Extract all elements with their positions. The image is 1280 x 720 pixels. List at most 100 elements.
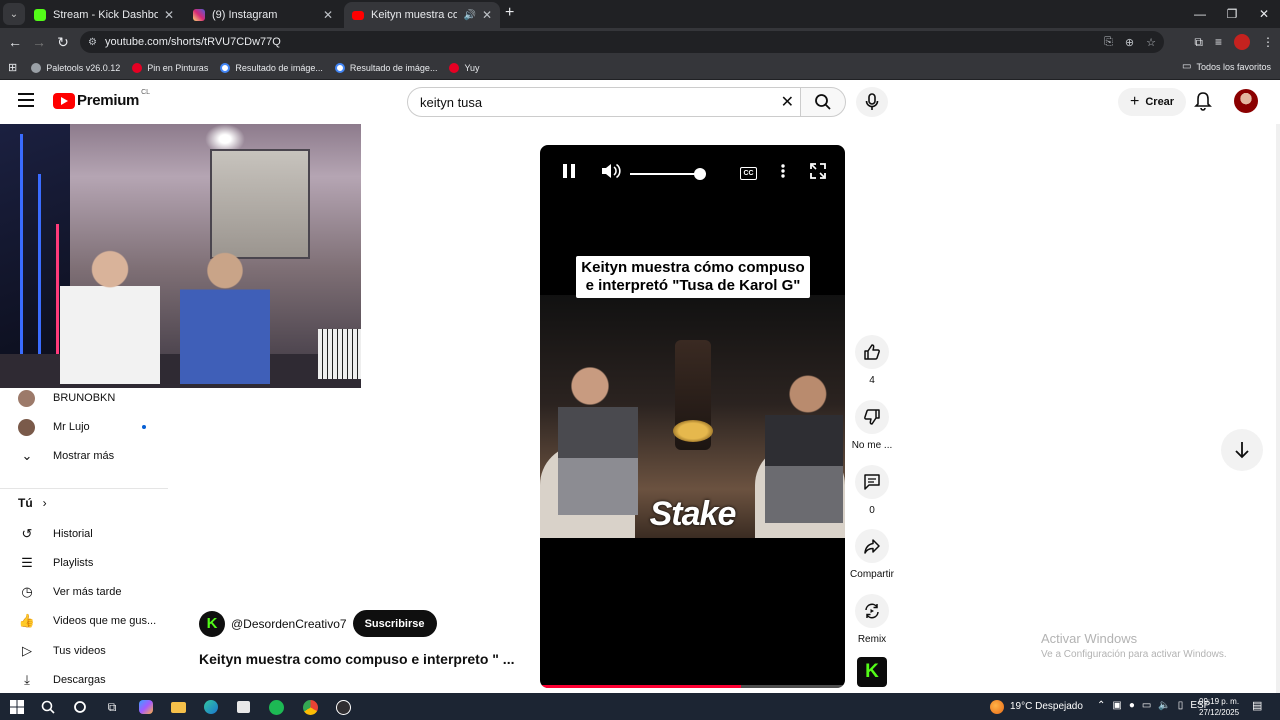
restore-icon[interactable]: ❐ (1216, 0, 1248, 28)
reload-icon[interactable]: ↻ (51, 34, 75, 51)
bookmark-star-icon[interactable]: ☆ (1146, 36, 1156, 49)
channel-name[interactable]: @DesordenCreativo7 (231, 617, 347, 631)
pause-icon[interactable] (562, 163, 576, 179)
sidebar-item-your-videos[interactable]: ▷ Tus videos (18, 639, 168, 663)
back-icon[interactable]: ← (3, 34, 27, 50)
tab-audio-icon[interactable]: 🔊 (463, 10, 475, 21)
video-icon: ▷ (22, 643, 32, 658)
install-app-icon[interactable]: ⎘ (1104, 36, 1113, 49)
cortana-icon[interactable] (71, 698, 89, 716)
sidebar-item-downloads[interactable]: ⤓ Descargas (18, 668, 168, 692)
bookmark-item[interactable]: Pin en Pinturas (132, 62, 208, 73)
page-scrollbar[interactable] (1276, 124, 1280, 693)
weather-widget[interactable]: 19°C Despejado (990, 693, 1083, 720)
more-options-icon[interactable] (780, 163, 786, 179)
menu-icon[interactable] (18, 93, 34, 107)
bookmark-item[interactable]: Yuy (449, 62, 479, 73)
task-view-icon[interactable]: ⧉ (103, 698, 121, 716)
remix-button[interactable]: Remix (848, 594, 896, 645)
volume-icon[interactable] (601, 163, 621, 179)
sidebar-you-section[interactable]: Tú › (18, 496, 47, 510)
youtube-premium-logo[interactable]: Premium CL (53, 89, 150, 109)
spotify-icon[interactable] (267, 698, 285, 716)
minimize-icon[interactable]: — (1184, 0, 1216, 28)
media-controls-icon[interactable]: ≡ (1215, 35, 1222, 49)
forward-icon[interactable]: → (27, 34, 51, 50)
network-icon[interactable]: ▭ (1142, 700, 1151, 711)
extensions-icon[interactable]: ⧉ (1194, 35, 1203, 50)
mic-tray-icon[interactable]: ● (1129, 700, 1135, 711)
windows-start-icon[interactable] (8, 698, 26, 716)
clear-search-icon[interactable]: ✕ (781, 92, 794, 112)
short-title[interactable]: Keityn muestra como compuso e interpreto… (199, 651, 514, 667)
dislike-button[interactable]: No me ... (848, 400, 896, 451)
fullscreen-icon[interactable] (810, 163, 826, 179)
channel-avatar[interactable]: K (199, 610, 225, 637)
sidebar-item-label: Descargas (53, 674, 106, 686)
shorts-player[interactable]: Stake CC Keityn muestra cómo compuso e i… (540, 145, 845, 688)
bookmark-item[interactable]: Resultado de imáge... (220, 62, 323, 73)
share-button[interactable]: Compartir (848, 529, 896, 580)
obs-icon[interactable] (334, 698, 352, 716)
close-window-icon[interactable]: ✕ (1248, 0, 1280, 28)
notification-center-icon[interactable]: ▤ (1252, 699, 1262, 712)
search-input[interactable]: keityn tusa ✕ (407, 87, 801, 117)
sidebar-show-more[interactable]: ⌄ Mostrar más (18, 444, 168, 468)
plus-icon: + (1130, 93, 1140, 110)
tray-app-icon[interactable]: ▣ (1112, 700, 1121, 711)
sidebar-item-brunobkn[interactable]: BRUNOBKN (18, 386, 168, 410)
account-avatar[interactable] (1234, 89, 1258, 113)
file-explorer-icon[interactable] (169, 698, 187, 716)
comments-button[interactable]: 0 (848, 465, 896, 516)
subscribe-button[interactable]: Suscribirse (352, 610, 437, 637)
bookmark-item[interactable]: Paletools v26.0.12 (31, 62, 120, 73)
sidebar-item-liked-videos[interactable]: 👍 Videos que me gus... (18, 609, 168, 633)
sidebar-item-watch-later[interactable]: ◷ Ver más tarde (18, 580, 168, 604)
chrome-menu-icon[interactable]: ⋮ (1262, 35, 1274, 49)
taskbar-clock[interactable]: 09:19 p. m. 27/12/2025 (1199, 696, 1239, 718)
search-icon[interactable] (39, 698, 57, 716)
captions-icon[interactable]: CC (740, 167, 757, 180)
all-bookmarks-button[interactable]: ▭ Todos los favoritos (1182, 61, 1271, 72)
close-tab-icon[interactable]: ✕ (164, 8, 174, 22)
apps-grid-icon[interactable]: ⊞ (8, 61, 17, 74)
sound-thumbnail[interactable]: K (857, 657, 887, 687)
sidebar-item-playlists[interactable]: ☰ Playlists (18, 551, 168, 575)
like-button[interactable]: 4 (848, 335, 896, 386)
url-text: youtube.com/shorts/tRVU7CDw77Q (104, 36, 281, 48)
notifications-bell-icon[interactable] (1194, 91, 1212, 116)
tab-instagram[interactable]: (9) Instagram ✕ (185, 2, 341, 28)
volume-slider-handle[interactable] (694, 168, 706, 180)
site-info-icon[interactable]: ⚙ (88, 37, 97, 48)
store-icon[interactable] (234, 698, 252, 716)
voice-search-button[interactable] (856, 87, 888, 117)
sidebar-item-historial[interactable]: ↺ Historial (18, 522, 168, 546)
next-short-button[interactable] (1221, 429, 1263, 471)
tab-kick-dashboard[interactable]: Stream - Kick Dashboard ✕ (26, 2, 182, 28)
sidebar-item-mr-lujo[interactable]: Mr Lujo (18, 415, 168, 439)
video-frame: Stake (540, 295, 845, 538)
search-button[interactable] (800, 87, 846, 117)
speaker-icon[interactable]: 🔈 (1158, 700, 1170, 711)
history-icon: ↺ (21, 526, 33, 541)
edge-icon[interactable] (202, 698, 220, 716)
microphone-icon (865, 93, 879, 110)
copilot-icon[interactable] (137, 698, 155, 716)
tab-youtube-short[interactable]: Keityn muestra como compuso e interpretó… (344, 2, 500, 28)
close-tab-icon[interactable]: ✕ (482, 8, 492, 22)
room-window (210, 149, 310, 259)
zoom-icon[interactable]: ⊕ (1125, 36, 1134, 49)
bookmark-item[interactable]: Resultado de imáge... (334, 62, 437, 73)
caption-line: Keityn muestra cómo compuso (581, 259, 805, 276)
progress-bar[interactable] (540, 685, 845, 688)
tab-search-icon[interactable]: ⌄ (3, 3, 25, 25)
chrome-icon[interactable] (301, 698, 319, 716)
new-tab-button[interactable]: + (505, 4, 514, 22)
close-tab-icon[interactable]: ✕ (323, 8, 333, 22)
create-button[interactable]: + Crear (1118, 88, 1187, 116)
battery-icon[interactable]: ▯ (1178, 700, 1184, 711)
volume-slider-track[interactable] (630, 173, 700, 175)
profile-avatar[interactable] (1234, 34, 1250, 50)
show-hidden-icons-icon[interactable]: ⌃ (1097, 700, 1105, 711)
address-bar[interactable]: ⚙ youtube.com/shorts/tRVU7CDw77Q ⎘ ⊕ ☆ (80, 31, 1164, 53)
